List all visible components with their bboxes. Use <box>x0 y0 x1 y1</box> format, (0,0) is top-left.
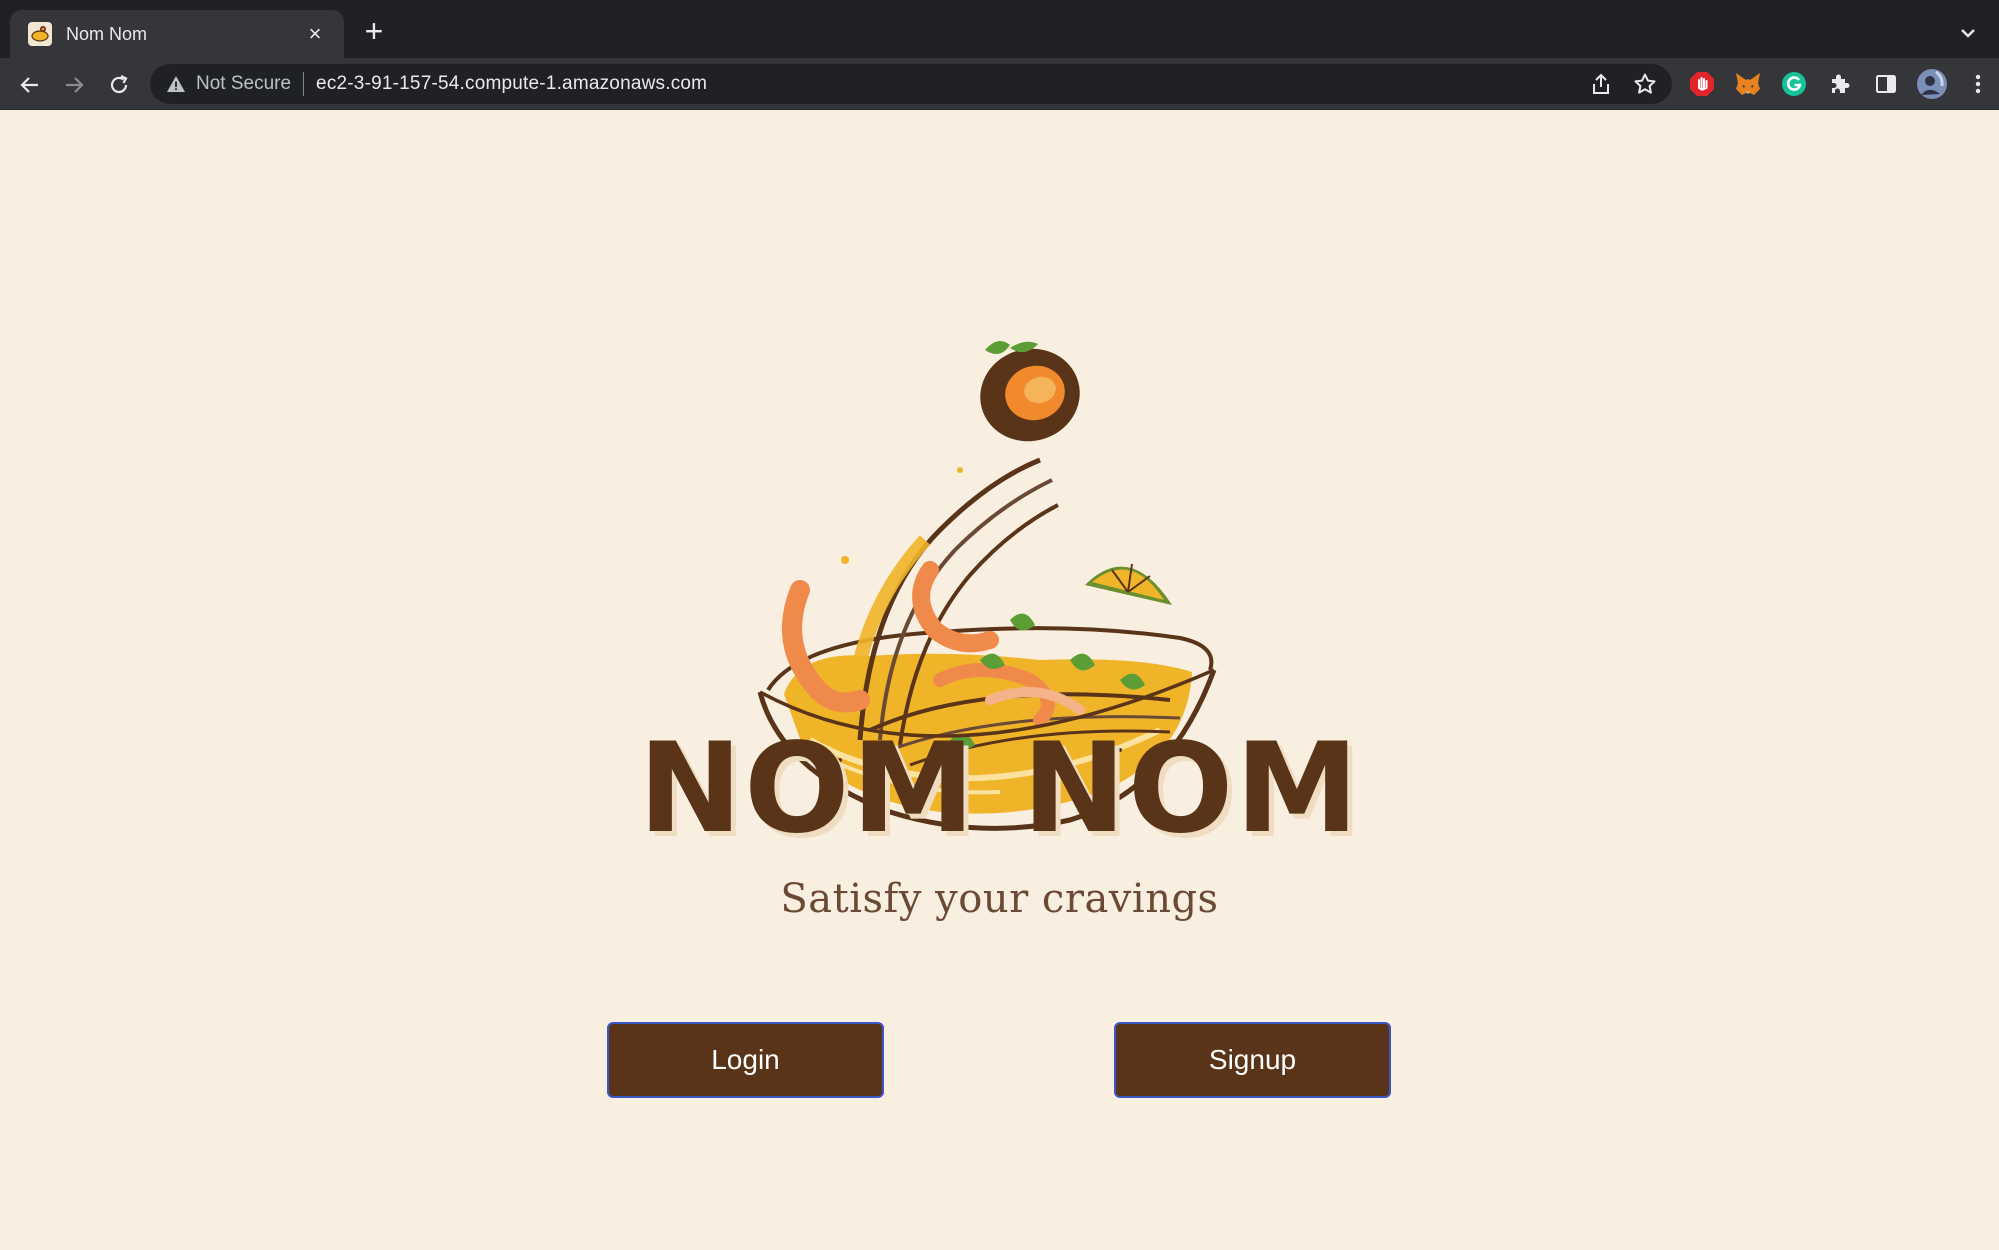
tagline: Satisfy your cravings <box>780 876 1219 922</box>
star-icon[interactable] <box>1630 70 1660 98</box>
landing-page: NOM NOM Satisfy your cravings Login Sign… <box>0 110 1999 1250</box>
url-text[interactable]: ec2-3-91-157-54.compute-1.amazonaws.com <box>316 73 707 95</box>
reload-icon[interactable] <box>103 69 135 101</box>
browser-toolbar: Not Secure ec2-3-91-157-54.compute-1.ama… <box>0 58 1999 110</box>
metamask-fox-icon[interactable] <box>1732 68 1764 100</box>
profile-avatar[interactable] <box>1916 68 1948 100</box>
login-button[interactable]: Login <box>607 1022 884 1098</box>
side-panel-icon[interactable] <box>1870 68 1902 100</box>
new-tab-button[interactable]: + <box>358 15 390 48</box>
tab-strip: Nom Nom × + <box>0 0 1999 58</box>
tab-title: Nom Nom <box>66 23 148 44</box>
adblock-hand-icon[interactable] <box>1686 68 1718 100</box>
brand-title: NOM NOM <box>638 717 1361 861</box>
nom-nom-favicon-icon <box>28 22 52 46</box>
back-arrow-icon[interactable] <box>14 69 46 101</box>
not-secure-label[interactable]: Not Secure <box>196 73 291 95</box>
browser-tab[interactable]: Nom Nom × <box>10 10 344 58</box>
grammarly-icon[interactable] <box>1778 68 1810 100</box>
tab-close-icon[interactable]: × <box>302 21 328 47</box>
address-separator <box>303 72 305 96</box>
share-icon[interactable] <box>1586 70 1616 98</box>
address-bar[interactable]: Not Secure ec2-3-91-157-54.compute-1.ama… <box>150 64 1672 104</box>
tab-search-chevron-icon[interactable] <box>1955 20 1981 46</box>
warning-triangle-icon[interactable] <box>166 74 186 94</box>
puzzle-extensions-icon[interactable] <box>1824 68 1856 100</box>
signup-button[interactable]: Signup <box>1114 1022 1391 1098</box>
kebab-menu-icon[interactable] <box>1962 68 1994 100</box>
forward-arrow-icon[interactable] <box>58 69 90 101</box>
